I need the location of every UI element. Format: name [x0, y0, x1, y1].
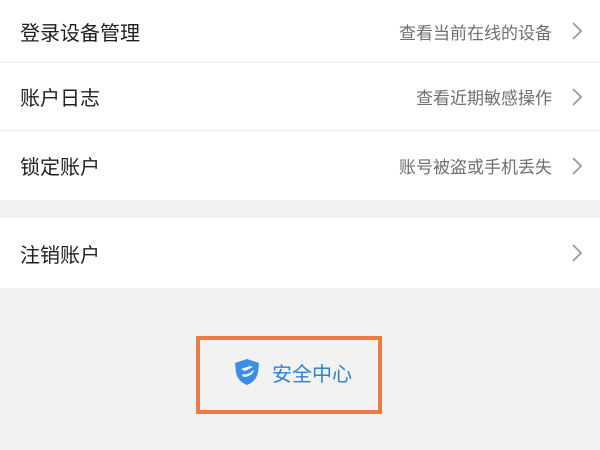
chevron-right-icon: [570, 156, 584, 176]
menu-item-deactivate-account[interactable]: 注销账户: [0, 218, 600, 288]
menu-item-description: 查看当前在线的设备: [399, 23, 552, 44]
menu-item-label: 锁定账户: [20, 155, 100, 179]
menu-item-login-device-management[interactable]: 登录设备管理 查看当前在线的设备: [0, 0, 600, 62]
menu-item-lock-account[interactable]: 锁定账户 账号被盗或手机丢失: [0, 131, 600, 200]
menu-item-description: 账号被盗或手机丢失: [399, 158, 552, 178]
menu-item-label: 注销账户: [20, 242, 100, 267]
menu-item-label: 登录设备管理: [20, 20, 140, 45]
chevron-right-icon: [570, 243, 584, 263]
security-center-label: 安全中心: [272, 361, 352, 386]
shield-icon: [232, 357, 262, 387]
chevron-right-icon: [570, 21, 584, 41]
chevron-right-icon: [570, 87, 584, 107]
menu-item-account-log[interactable]: 账户日志 查看近期敏感操作: [0, 63, 600, 130]
menu-item-label: 账户日志: [20, 86, 100, 110]
security-center-link[interactable]: 安全中心: [232, 357, 352, 387]
menu-item-description: 查看近期敏感操作: [416, 89, 552, 109]
